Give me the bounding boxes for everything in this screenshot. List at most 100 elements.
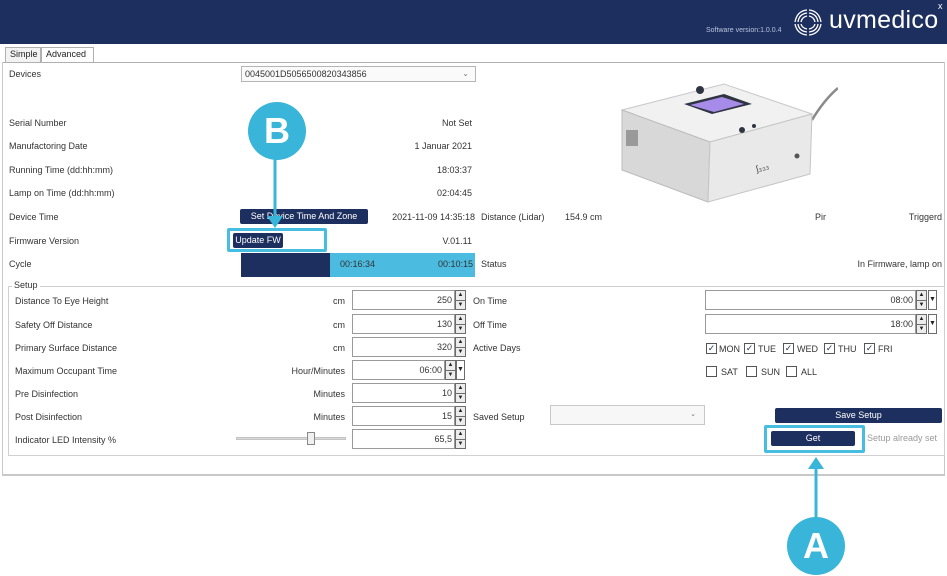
safety-off-distance-value: 130 bbox=[436, 319, 452, 329]
led-intensity-stepper[interactable]: ▲ ▼ bbox=[455, 429, 466, 449]
on-time-input[interactable]: 08:00 bbox=[705, 290, 916, 310]
up-arrow-icon: ▲ bbox=[447, 362, 454, 368]
checkbox-sat[interactable] bbox=[706, 366, 717, 377]
status-label: Status bbox=[481, 259, 507, 269]
max-occupant-time-input[interactable]: 06:00 bbox=[352, 360, 445, 380]
checkbox-all[interactable] bbox=[786, 366, 797, 377]
led-intensity-slider[interactable] bbox=[236, 437, 346, 440]
up-arrow-icon: ▲ bbox=[457, 408, 464, 414]
checkbox-sun[interactable] bbox=[746, 366, 757, 377]
pre-disinfection-input[interactable]: 10 bbox=[352, 383, 455, 403]
callout-b: B bbox=[248, 102, 306, 160]
max-occupant-time-dropdown[interactable]: ▼ bbox=[456, 360, 465, 380]
device-select-value: 0045001D5056500820343856 bbox=[245, 69, 367, 79]
manufacturing-date-label: Manufactoring Date bbox=[9, 141, 88, 151]
off-time-stepper[interactable]: ▲ ▼ bbox=[916, 314, 927, 334]
led-intensity-input[interactable]: 65,5 bbox=[352, 429, 455, 449]
callout-a-arrow bbox=[808, 457, 824, 519]
post-disinfection-stepper[interactable]: ▲ ▼ bbox=[455, 406, 466, 426]
pir-value: Triggerd bbox=[908, 212, 942, 222]
max-occupant-time-stepper[interactable]: ▲ ▼ bbox=[445, 360, 456, 380]
primary-surface-distance-label: Primary Surface Distance bbox=[15, 343, 118, 353]
led-intensity-label: Indicator LED Intensity % bbox=[15, 435, 117, 445]
primary-surface-distance-stepper[interactable]: ▲ ▼ bbox=[455, 337, 466, 357]
off-time-input[interactable]: 18:00 bbox=[705, 314, 916, 334]
safety-off-distance-input[interactable]: 130 bbox=[352, 314, 455, 334]
devices-label: Devices bbox=[9, 69, 42, 79]
highlight-box-a bbox=[764, 425, 865, 453]
on-time-stepper[interactable]: ▲ ▼ bbox=[916, 290, 927, 310]
device-image: ʃ₃₃₃ bbox=[620, 83, 838, 203]
device-select[interactable]: 0045001D5056500820343856 ⌄ bbox=[241, 66, 476, 82]
on-time-value: 08:00 bbox=[890, 295, 913, 305]
chevron-down-icon: ▼ bbox=[929, 320, 936, 327]
up-arrow-icon: ▲ bbox=[457, 339, 464, 345]
uvmedico-logo-icon bbox=[794, 9, 822, 36]
tab-simple[interactable]: Simple bbox=[5, 47, 41, 62]
off-time-dropdown[interactable]: ▼ bbox=[928, 314, 937, 334]
down-arrow-icon: ▼ bbox=[456, 393, 465, 401]
chevron-down-icon: ▼ bbox=[929, 296, 936, 303]
pre-disinfection-label: Pre Disinfection bbox=[15, 389, 79, 399]
running-time-value: 18:03:37 bbox=[436, 165, 472, 175]
distance-eye-height-input[interactable]: 250 bbox=[352, 290, 455, 310]
down-arrow-icon: ▼ bbox=[917, 300, 926, 308]
cycle-remaining: 00:10:15 bbox=[437, 259, 473, 269]
checkbox-mon[interactable]: ✓ bbox=[706, 343, 717, 354]
safety-off-distance-stepper[interactable]: ▲ ▼ bbox=[455, 314, 466, 334]
distance-eye-height-stepper[interactable]: ▲ ▼ bbox=[455, 290, 466, 310]
on-time-dropdown[interactable]: ▼ bbox=[928, 290, 937, 310]
cycle-label: Cycle bbox=[9, 259, 32, 269]
chevron-down-icon: ▼ bbox=[457, 366, 464, 373]
running-time-label: Running Time (dd:hh:mm) bbox=[9, 165, 114, 175]
led-intensity-slider-thumb[interactable] bbox=[307, 432, 315, 445]
led-intensity-value: 65,5 bbox=[434, 434, 452, 444]
down-arrow-icon: ▼ bbox=[917, 324, 926, 332]
checkbox-wed[interactable]: ✓ bbox=[783, 343, 794, 354]
manufacturing-date-value: 1 Januar 2021 bbox=[414, 141, 472, 151]
highlight-box-b bbox=[227, 228, 327, 252]
up-arrow-icon: ▲ bbox=[918, 292, 925, 298]
lamp-on-time-value: 02:04:45 bbox=[436, 188, 472, 198]
max-occupant-time-label: Maximum Occupant Time bbox=[15, 366, 118, 376]
saved-setup-select[interactable]: ⌄ bbox=[550, 405, 705, 425]
checkbox-sun-label: SUN bbox=[761, 367, 781, 377]
off-time-value: 18:00 bbox=[890, 319, 913, 329]
down-arrow-icon: ▼ bbox=[456, 416, 465, 424]
tab-advanced[interactable]: Advanced bbox=[41, 47, 94, 62]
checkbox-tue[interactable]: ✓ bbox=[744, 343, 755, 354]
saved-setup-label: Saved Setup bbox=[473, 412, 525, 422]
brand-name: uvmedico bbox=[829, 6, 939, 34]
checkbox-fri[interactable]: ✓ bbox=[864, 343, 875, 354]
checkbox-thu[interactable]: ✓ bbox=[824, 343, 835, 354]
primary-surface-distance-input[interactable]: 320 bbox=[352, 337, 455, 357]
checkbox-tue-label: TUE bbox=[758, 344, 776, 354]
up-arrow-icon: ▲ bbox=[457, 385, 464, 391]
distance-eye-height-label: Distance To Eye Height bbox=[15, 296, 109, 306]
save-setup-button[interactable]: Save Setup bbox=[775, 408, 942, 423]
down-arrow-icon: ▼ bbox=[456, 300, 465, 308]
down-arrow-icon: ▼ bbox=[456, 324, 465, 332]
post-disinfection-label: Post Disinfection bbox=[15, 412, 83, 422]
up-arrow-icon: ▲ bbox=[457, 292, 464, 298]
serial-number-value: Not Set bbox=[441, 118, 472, 128]
close-button[interactable]: x bbox=[938, 1, 943, 11]
primary-surface-distance-unit: cm bbox=[333, 343, 345, 353]
checkbox-mon-label: MON bbox=[719, 344, 740, 354]
pre-disinfection-stepper[interactable]: ▲ ▼ bbox=[455, 383, 466, 403]
post-disinfection-input[interactable]: 15 bbox=[352, 406, 455, 426]
distance-eye-height-value: 250 bbox=[436, 295, 452, 305]
lamp-on-time-label: Lamp on Time (dd:hh:mm) bbox=[9, 188, 115, 198]
pre-disinfection-unit: Minutes bbox=[313, 389, 345, 399]
distance-lidar-label: Distance (Lidar) bbox=[481, 212, 545, 222]
primary-surface-distance-value: 320 bbox=[436, 342, 452, 352]
down-arrow-icon: ▼ bbox=[446, 370, 455, 378]
distance-eye-height-unit: cm bbox=[333, 296, 345, 306]
device-time-label: Device Time bbox=[9, 212, 59, 222]
checkbox-thu-label: THU bbox=[838, 344, 857, 354]
pir-label: Pir bbox=[815, 212, 826, 222]
safety-off-distance-label: Safety Off Distance bbox=[15, 320, 93, 330]
firmware-version-value: V.01.11 bbox=[442, 236, 472, 246]
up-arrow-icon: ▲ bbox=[457, 431, 464, 437]
active-days-label: Active Days bbox=[473, 343, 521, 353]
